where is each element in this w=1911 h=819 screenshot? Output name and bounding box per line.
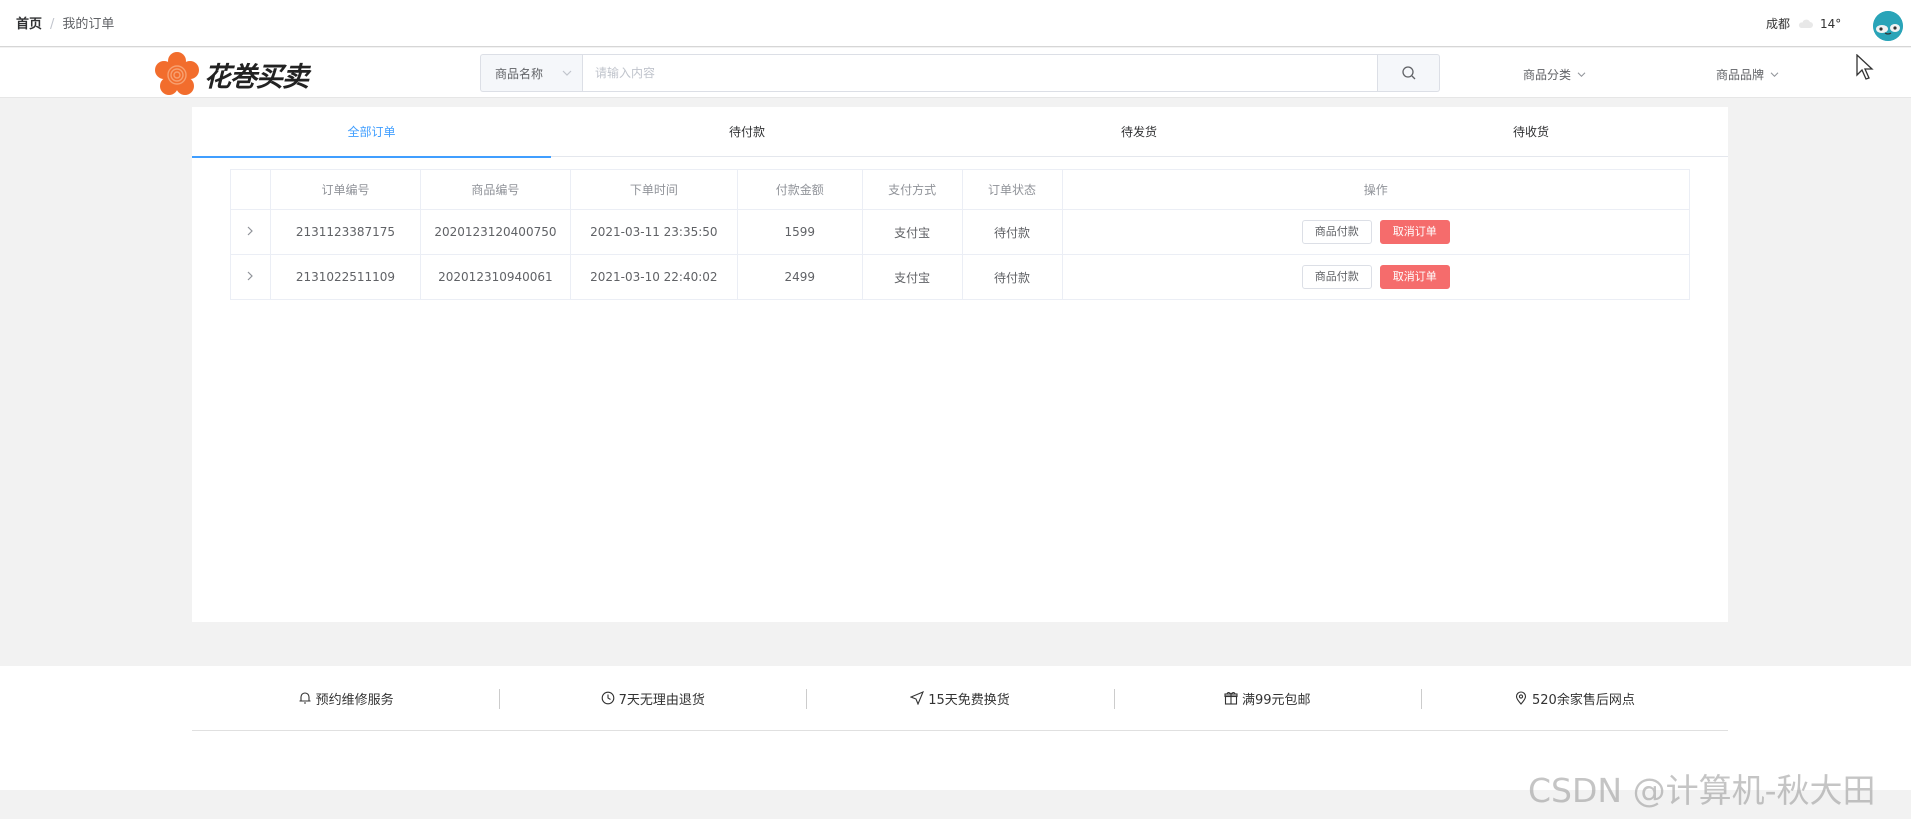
table-header: 付款金额 [736, 169, 863, 210]
pay-order-button[interactable]: 商品付款 [1301, 220, 1372, 244]
service-item-exchange[interactable]: 15天免费换货 [806, 688, 1113, 709]
menu-product-brand-label: 商品品牌 [1716, 68, 1765, 82]
table-header: 订单编号 [269, 169, 421, 210]
cell-amount: 1599 [736, 209, 863, 255]
service-item-service-points[interactable]: 520余家售后网点 [1420, 688, 1728, 709]
search-icon [1401, 66, 1415, 80]
avatar[interactable] [1873, 11, 1903, 41]
breadcrumb-home[interactable]: 首页 [16, 17, 42, 32]
table-header: 订单状态 [961, 169, 1063, 210]
menu-product-category-label: 商品分类 [1523, 68, 1572, 82]
row-expand-toggle[interactable] [230, 209, 271, 255]
cell-status: 待付款 [961, 209, 1063, 255]
table-header-expand [230, 169, 271, 210]
service-label: 520余家售后网点 [1532, 692, 1635, 708]
weather-temperature: 14° [1820, 16, 1842, 31]
search-button[interactable] [1378, 54, 1440, 92]
table-header: 商品编号 [419, 169, 571, 210]
menu-product-category[interactable]: 商品分类 [1523, 66, 1586, 83]
weather-city: 成都 [1766, 17, 1791, 31]
cell-amount: 2499 [736, 254, 863, 300]
mouse-cursor-icon [1856, 53, 1874, 84]
table-header: 支付方式 [861, 169, 963, 210]
search-category-value: 商品名称 [495, 66, 544, 81]
chevron-down-icon [1577, 72, 1586, 77]
breadcrumb: 首页 / 我的订单 [16, 13, 114, 32]
breadcrumb-current: 我的订单 [62, 17, 115, 32]
send-icon [910, 691, 925, 705]
weather-widget: 成都 14° [1766, 15, 1841, 32]
search-category-select[interactable]: 商品名称 [480, 54, 582, 92]
service-label: 满99元包邮 [1241, 692, 1311, 708]
cloud-icon [1797, 19, 1814, 28]
clock-icon [601, 691, 615, 705]
cell-status: 待付款 [961, 254, 1063, 300]
watermark: CSDN @计算机-秋大田 [1528, 771, 1876, 810]
site-logo-text: 花巻买卖 [204, 61, 309, 93]
service-label: 15天免费换货 [928, 692, 1010, 708]
table-header: 下单时间 [569, 169, 738, 210]
avatar-face-icon [1873, 11, 1903, 41]
site-header: 花巻买卖 商品名称 商品分类 商品品牌 [0, 48, 1911, 98]
cell-product-no: 202012310940061 [419, 254, 571, 300]
breadcrumb-separator: / [50, 17, 55, 32]
search-input[interactable] [582, 54, 1378, 92]
site-logo[interactable]: 花巻买卖 [154, 52, 309, 96]
flower-logo-icon [155, 52, 199, 95]
cell-order-time: 2021-03-11 23:35:50 [569, 209, 738, 255]
location-icon [1515, 691, 1527, 705]
cell-order-time: 2021-03-10 22:40:02 [569, 254, 738, 300]
orders-panel: 全部订单 待付款 待发货 待收货 订单编号 商品编号 下单时间 付款金额 支付方… [192, 107, 1728, 622]
menu-product-brand[interactable]: 商品品牌 [1716, 66, 1779, 83]
cell-pay-method: 支付宝 [861, 209, 963, 255]
chevron-down-icon [562, 70, 572, 76]
table-row: 2131123387175 2020123120400750 2021-03-1… [230, 209, 1690, 255]
gift-icon [1224, 691, 1238, 705]
pay-order-button[interactable]: 商品付款 [1301, 265, 1372, 289]
cell-order-no: 2131022511109 [269, 254, 421, 300]
tab-pending-payment[interactable]: 待付款 [551, 107, 943, 157]
chevron-right-icon [248, 271, 254, 281]
cell-pay-method: 支付宝 [861, 254, 963, 300]
table-row: 2131022511109 202012310940061 2021-03-10… [230, 254, 1690, 300]
row-expand-toggle[interactable] [230, 254, 271, 300]
tab-pending-shipment[interactable]: 待发货 [943, 107, 1335, 157]
tab-pending-receipt[interactable]: 待收货 [1335, 107, 1727, 157]
bell-icon [299, 692, 311, 704]
cell-actions: 商品付款 取消订单 [1061, 254, 1690, 300]
cell-order-no: 2131123387175 [269, 209, 421, 255]
top-bar: 首页 / 我的订单 成都 14° [0, 0, 1911, 47]
table-header: 操作 [1061, 169, 1690, 210]
service-label: 7天无理由退货 [618, 692, 705, 708]
cell-product-no: 2020123120400750 [419, 209, 571, 255]
table-header-row: 订单编号 商品编号 下单时间 付款金额 支付方式 订单状态 操作 [230, 169, 1690, 210]
service-item-return[interactable]: 7天无理由退货 [499, 688, 806, 709]
search-bar: 商品名称 [480, 54, 1440, 92]
orders-table: 订单编号 商品编号 下单时间 付款金额 支付方式 订单状态 操作 2131123… [230, 169, 1690, 300]
service-item-repair[interactable]: 预约维修服务 [192, 689, 499, 708]
order-tabs: 全部订单 待付款 待发货 待收货 [192, 107, 1728, 158]
cancel-order-button[interactable]: 取消订单 [1379, 220, 1450, 244]
service-item-free-shipping[interactable]: 满99元包邮 [1113, 688, 1421, 709]
chevron-down-icon [1770, 72, 1779, 77]
cell-actions: 商品付款 取消订单 [1061, 209, 1690, 255]
tab-all-orders[interactable]: 全部订单 [192, 107, 551, 158]
service-label: 预约维修服务 [315, 692, 394, 708]
cancel-order-button[interactable]: 取消订单 [1379, 265, 1450, 289]
service-bar: 预约维修服务 7天无理由退货 15天免费换货 满99元包邮 520余家售后网点 [192, 666, 1728, 731]
chevron-right-icon [248, 226, 254, 236]
